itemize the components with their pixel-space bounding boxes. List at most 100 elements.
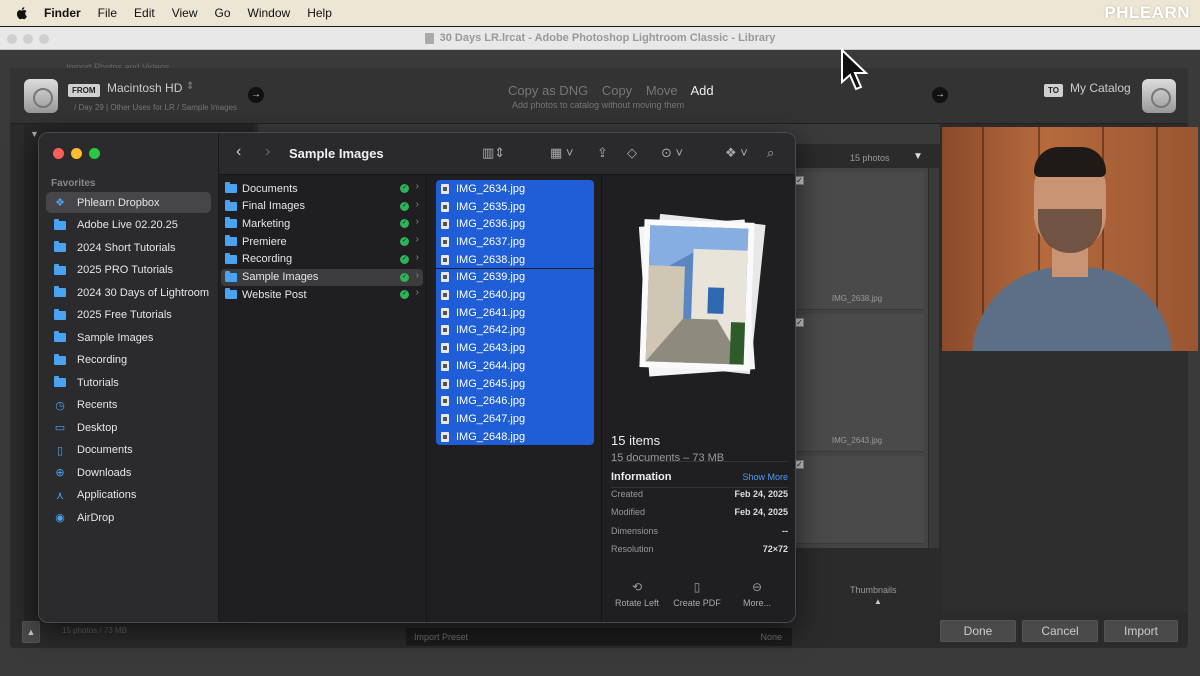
folder-row[interactable]: Recording ✓ › xyxy=(221,251,423,268)
file-row[interactable]: IMG_2635.jpg xyxy=(436,197,594,216)
import-button[interactable]: Import xyxy=(1104,620,1178,642)
file-row[interactable]: IMG_2643.jpg xyxy=(436,339,594,357)
action-menu-icon[interactable]: ⊙ ˅ xyxy=(661,145,683,161)
menu-go[interactable]: Go xyxy=(215,6,231,20)
file-row[interactable]: IMG_2640.jpg xyxy=(436,286,594,304)
file-row[interactable]: IMG_2636.jpg xyxy=(436,215,594,234)
apple-logo-icon[interactable] xyxy=(14,5,30,21)
folder-row[interactable]: Website Post ✓ › xyxy=(221,286,423,303)
file-row[interactable]: IMG_2637.jpg xyxy=(436,233,594,251)
finder-zoom-button[interactable] xyxy=(89,148,100,159)
file-row[interactable]: IMG_2647.jpg xyxy=(436,410,594,428)
collapse-footer-button[interactable]: ▲ xyxy=(22,621,40,643)
sidebar-item-applications[interactable]: ⋏ Applications xyxy=(46,485,211,506)
destination-name[interactable]: My Catalog xyxy=(1070,81,1131,95)
sidebar-item-2025-free-tutorials[interactable]: 2025 Free Tutorials xyxy=(46,305,211,326)
sidebar-item-airdrop[interactable]: ◉ AirDrop xyxy=(46,507,211,528)
source-panel-toggle-icon[interactable]: ▼ xyxy=(30,129,39,139)
menu-window[interactable]: Window xyxy=(248,6,291,20)
file-row[interactable]: IMG_2644.jpg xyxy=(436,357,594,375)
lr-window-title: 30 Days LR.lrcat - Adobe Photoshop Light… xyxy=(439,32,776,44)
sidebar-item-recents[interactable]: ◷ Recents xyxy=(46,395,211,416)
share-icon[interactable]: ⇪ xyxy=(597,145,608,161)
sidebar-item-tutorials[interactable]: Tutorials xyxy=(46,372,211,393)
source-arrow-icon[interactable]: → xyxy=(248,87,264,103)
source-dropdown-icon[interactable]: ⇕ xyxy=(186,81,194,92)
folder-name: Documents xyxy=(242,182,298,195)
file-row[interactable]: IMG_2642.jpg xyxy=(436,321,594,340)
sidebar-item-2024-30-days-of-lightroom[interactable]: 2024 30 Days of Lightroom xyxy=(46,282,211,303)
folder-icon xyxy=(53,241,67,254)
sidebar-item-desktop[interactable]: ▭ Desktop xyxy=(46,417,211,438)
grid-scrollbar[interactable] xyxy=(929,168,939,548)
folder-row[interactable]: Sample Images ✓ › xyxy=(221,268,423,286)
quick-action-rotate-left[interactable]: ⟲ Rotate Left xyxy=(607,580,667,608)
file-name: IMG_2636.jpg xyxy=(456,218,526,231)
file-row[interactable]: IMG_2638.jpg xyxy=(436,250,594,269)
folder-row[interactable]: Documents ✓ › xyxy=(221,180,423,197)
finder-close-button[interactable] xyxy=(53,148,64,159)
image-file-icon xyxy=(441,325,449,336)
group-icon[interactable]: ▦ ˅ xyxy=(550,145,574,161)
sidebar-item-recording[interactable]: Recording xyxy=(46,350,211,371)
lr-close-button[interactable] xyxy=(7,34,17,44)
dropbox-toolbar-icon[interactable]: ❖ ˅ xyxy=(725,145,748,161)
sidebar-item-2024-short-tutorials[interactable]: 2024 Short Tutorials xyxy=(46,237,211,258)
grid-cell[interactable]: ✓ IMG_2638.jpg xyxy=(790,172,924,310)
file-row[interactable]: IMG_2645.jpg xyxy=(436,374,594,393)
finder-minimize-button[interactable] xyxy=(71,148,82,159)
quick-action-create-pdf[interactable]: ▯ Create PDF xyxy=(667,580,727,608)
import-preset-bar[interactable]: Import Preset None xyxy=(406,628,792,646)
chevron-right-icon: › xyxy=(415,269,419,281)
include-checkbox[interactable]: ✓ xyxy=(795,176,804,185)
lightroom-title-bar: 30 Days LR.lrcat - Adobe Photoshop Light… xyxy=(0,27,1200,50)
menu-file[interactable]: File xyxy=(98,6,117,20)
mode-copy-as-dng[interactable]: Copy as DNG xyxy=(508,83,588,98)
folder-icon xyxy=(225,252,237,264)
done-button[interactable]: Done xyxy=(940,620,1016,642)
folder-row[interactable]: Final Images ✓ › xyxy=(221,198,423,215)
sidebar-item-phlearn-dropbox[interactable]: ❖ Phlearn Dropbox xyxy=(46,192,211,213)
sidebar-item-2025-pro-tutorials[interactable]: 2025 PRO Tutorials xyxy=(46,260,211,281)
mode-move[interactable]: Move xyxy=(646,83,678,98)
grid-sort-dropdown-icon[interactable]: ▼ xyxy=(913,151,923,162)
lr-zoom-button[interactable] xyxy=(39,34,49,44)
source-name[interactable]: Macintosh HD xyxy=(107,81,182,95)
sidebar-item-downloads[interactable]: ⊕ Downloads xyxy=(46,462,211,483)
grid-cell[interactable]: ✓ xyxy=(790,456,924,544)
folder-row[interactable]: Premiere ✓ › xyxy=(221,233,423,250)
menu-finder[interactable]: Finder xyxy=(44,6,81,20)
folder-row[interactable]: Marketing ✓ › xyxy=(221,215,423,232)
include-checkbox[interactable]: ✓ xyxy=(795,318,804,327)
sidebar-item-documents[interactable]: ▯ Documents xyxy=(46,440,211,461)
image-file-icon xyxy=(441,254,449,265)
file-row[interactable]: IMG_2639.jpg xyxy=(436,268,594,287)
mode-copy[interactable]: Copy xyxy=(602,83,632,98)
back-icon[interactable]: ‹ xyxy=(236,143,241,161)
search-icon[interactable]: ⌕ xyxy=(767,145,774,161)
cancel-button[interactable]: Cancel xyxy=(1022,620,1098,642)
destination-arrow-icon[interactable]: → xyxy=(932,87,948,103)
menu-view[interactable]: View xyxy=(172,6,198,20)
quick-action-more[interactable]: ⊖ More... xyxy=(727,580,787,608)
tag-icon[interactable]: ◇ xyxy=(627,145,637,161)
show-more-link[interactable]: Show More xyxy=(742,472,788,482)
sidebar-item-sample-images[interactable]: Sample Images xyxy=(46,327,211,348)
sidebar-item-adobe-live-02-20-25[interactable]: Adobe Live 02.20.25 xyxy=(46,215,211,236)
forward-icon[interactable]: › xyxy=(265,143,270,161)
lr-minimize-button[interactable] xyxy=(23,34,33,44)
file-row[interactable]: IMG_2646.jpg xyxy=(436,392,594,411)
mode-add[interactable]: Add xyxy=(691,83,714,98)
file-row[interactable]: IMG_2634.jpg xyxy=(436,180,594,198)
import-preset-value[interactable]: None xyxy=(760,628,782,646)
include-checkbox[interactable]: ✓ xyxy=(795,460,804,469)
menu-help[interactable]: Help xyxy=(307,6,332,20)
from-tag: FROM xyxy=(68,84,100,97)
grid-cell[interactable]: ✓ IMG_2643.jpg xyxy=(790,314,924,452)
file-row[interactable]: IMG_2641.jpg xyxy=(436,303,594,322)
image-file-icon xyxy=(441,290,449,301)
menu-edit[interactable]: Edit xyxy=(134,6,155,20)
file-row[interactable]: IMG_2648.jpg xyxy=(436,427,594,446)
column-view-icon[interactable]: ▥⇕ xyxy=(482,145,505,161)
thumbnail-size-slider[interactable]: ▲ xyxy=(874,597,882,606)
